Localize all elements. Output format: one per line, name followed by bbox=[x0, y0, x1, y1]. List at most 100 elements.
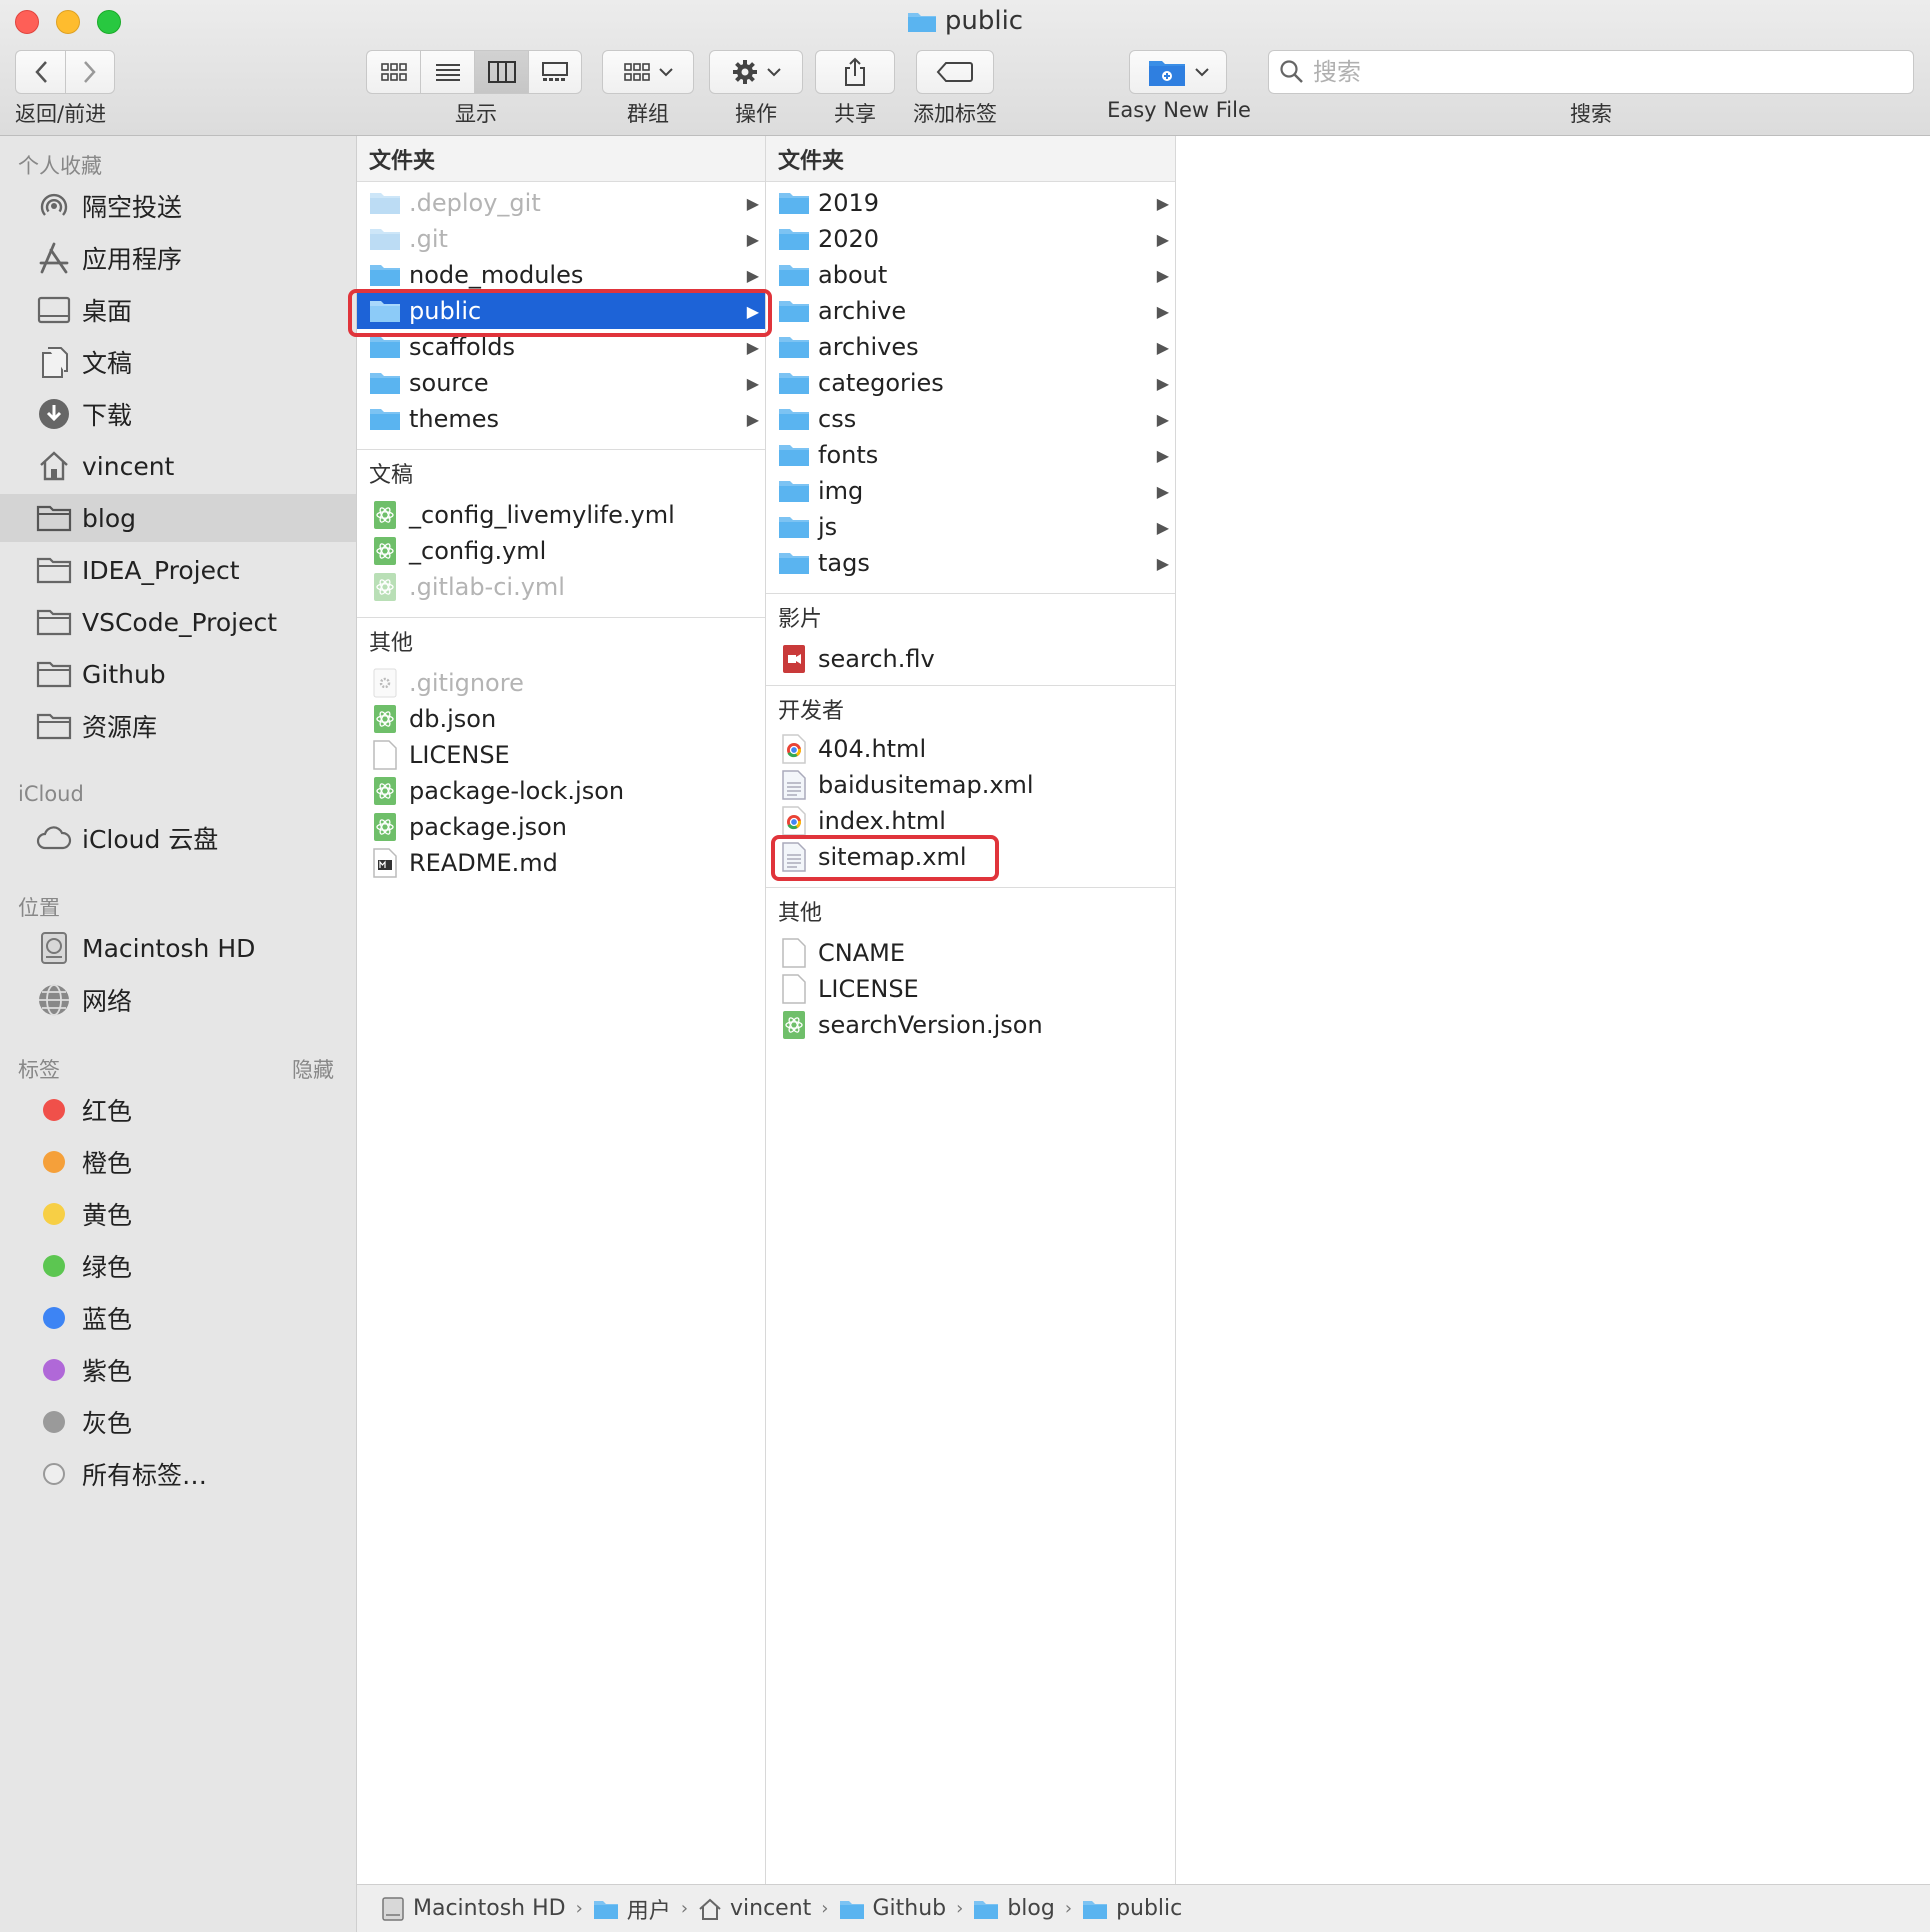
downloads-icon bbox=[36, 396, 72, 432]
sidebar-tag-green[interactable]: 绿色 bbox=[0, 1242, 356, 1290]
list-item-node-modules[interactable]: node_modules ▶ bbox=[357, 257, 765, 293]
list-item-license[interactable]: LICENSE bbox=[357, 737, 765, 773]
easy-new-file-button[interactable] bbox=[1129, 50, 1227, 94]
list-item-readme[interactable]: README.md bbox=[357, 845, 765, 881]
yellow-tag-dot bbox=[43, 1203, 65, 1225]
list-item-tags[interactable]: tags ▶ bbox=[766, 545, 1175, 581]
sidebar-item-macintosh-hd[interactable]: Macintosh HD bbox=[0, 924, 356, 972]
list-item-gitignore[interactable]: .gitignore bbox=[357, 665, 765, 701]
disclosure-arrow-icon: ▶ bbox=[746, 229, 759, 249]
search-icon bbox=[1280, 60, 1303, 83]
list-item-404-html[interactable]: 404.html bbox=[766, 731, 1175, 767]
path-bar: Macintosh HD › 用户 › vincent › Github › b… bbox=[357, 1884, 1930, 1932]
sidebar-item-github[interactable]: Github bbox=[0, 650, 356, 698]
list-item-sitemap-xml[interactable]: sitemap.xml bbox=[766, 839, 1175, 875]
sidebar-item-vincent[interactable]: vincent bbox=[0, 442, 356, 490]
sidebar-tag-yellow[interactable]: 黄色 bbox=[0, 1190, 356, 1238]
atom-file-icon bbox=[369, 812, 401, 842]
sidebar-item-blog[interactable]: blog bbox=[0, 494, 356, 542]
cloud-icon bbox=[36, 820, 72, 856]
breadcrumb-users[interactable]: 用户 bbox=[593, 1893, 671, 1925]
search-field[interactable] bbox=[1268, 50, 1914, 94]
list-item-index-html[interactable]: index.html bbox=[766, 803, 1175, 839]
back-forward-label: 返回/前进 bbox=[15, 102, 107, 126]
sidebar-item-library[interactable]: 资源库 bbox=[0, 702, 356, 750]
list-item-categories[interactable]: categories ▶ bbox=[766, 365, 1175, 401]
folder-icon bbox=[778, 440, 810, 470]
sidebar-item-airdrop[interactable]: 隔空投送 bbox=[0, 182, 356, 230]
sidebar-item-network[interactable]: 网络 bbox=[0, 976, 356, 1024]
list-item-themes[interactable]: themes ▶ bbox=[357, 401, 765, 437]
sidebar-item-applications[interactable]: 应用程序 bbox=[0, 234, 356, 282]
breadcrumb-blog[interactable]: blog bbox=[973, 1896, 1055, 1921]
list-item-gitlab-ci[interactable]: .gitlab-ci.yml bbox=[357, 569, 765, 605]
column-view-button[interactable] bbox=[474, 50, 528, 94]
list-item-2020[interactable]: 2020 ▶ bbox=[766, 221, 1175, 257]
folder-icon bbox=[36, 656, 72, 692]
sidebar-item-idea-project[interactable]: IDEA_Project bbox=[0, 546, 356, 594]
list-item-config-yml[interactable]: _config.yml bbox=[357, 533, 765, 569]
list-item-license[interactable]: LICENSE bbox=[766, 971, 1175, 1007]
harddisk-icon bbox=[382, 1896, 404, 1921]
list-item-db-json[interactable]: db.json bbox=[357, 701, 765, 737]
group-by-button[interactable] bbox=[602, 50, 694, 94]
list-item-public[interactable]: public ▶ bbox=[357, 293, 765, 329]
sidebar-item-icloud-drive[interactable]: iCloud 云盘 bbox=[0, 814, 356, 862]
list-item-img[interactable]: img ▶ bbox=[766, 473, 1175, 509]
list-item-js[interactable]: js ▶ bbox=[766, 509, 1175, 545]
tags-header: 标签 bbox=[18, 1058, 60, 1082]
sidebar-tag-blue[interactable]: 蓝色 bbox=[0, 1294, 356, 1342]
disclosure-arrow-icon: ▶ bbox=[1156, 265, 1169, 285]
icon-view-button[interactable] bbox=[366, 50, 420, 94]
sidebar-tag-red[interactable]: 红色 bbox=[0, 1086, 356, 1134]
breadcrumb-macintosh-hd[interactable]: Macintosh HD bbox=[381, 1896, 566, 1922]
list-item-source[interactable]: source ▶ bbox=[357, 365, 765, 401]
list-item-css[interactable]: css ▶ bbox=[766, 401, 1175, 437]
blank-file-icon bbox=[778, 938, 810, 968]
back-forward-group bbox=[15, 50, 115, 94]
list-item-2019[interactable]: 2019 ▶ bbox=[766, 185, 1175, 221]
list-item-baidusitemap-xml[interactable]: baidusitemap.xml bbox=[766, 767, 1175, 803]
sidebar-tag-orange[interactable]: 橙色 bbox=[0, 1138, 356, 1186]
tag-group bbox=[916, 50, 994, 94]
list-item-deploy-git[interactable]: .deploy_git ▶ bbox=[357, 185, 765, 221]
sidebar-item-desktop[interactable]: 桌面 bbox=[0, 286, 356, 334]
breadcrumb-vincent[interactable]: vincent bbox=[698, 1896, 811, 1921]
share-button[interactable] bbox=[815, 50, 895, 94]
sidebar-item-vscode-project[interactable]: VSCode_Project bbox=[0, 598, 356, 646]
folder-icon bbox=[369, 332, 401, 362]
forward-button[interactable] bbox=[65, 50, 115, 94]
gallery-view-button[interactable] bbox=[528, 50, 582, 94]
list-view-button[interactable] bbox=[420, 50, 474, 94]
columns-icon bbox=[487, 61, 516, 83]
list-item-searchversion-json[interactable]: searchVersion.json bbox=[766, 1007, 1175, 1043]
search-input[interactable] bbox=[1313, 58, 1913, 86]
disclosure-arrow-icon: ▶ bbox=[746, 373, 759, 393]
action-button[interactable] bbox=[709, 50, 803, 94]
sidebar-tag-purple[interactable]: 紫色 bbox=[0, 1346, 356, 1394]
back-button[interactable] bbox=[15, 50, 65, 94]
sidebar-item-downloads[interactable]: 下载 bbox=[0, 390, 356, 438]
folder-icon bbox=[778, 368, 810, 398]
add-tag-button[interactable] bbox=[916, 50, 994, 94]
list-item-fonts[interactable]: fonts ▶ bbox=[766, 437, 1175, 473]
list-item-package-lock[interactable]: package-lock.json bbox=[357, 773, 765, 809]
list-item-cname[interactable]: CNAME bbox=[766, 935, 1175, 971]
red-tag-dot bbox=[43, 1099, 65, 1121]
list-item-archives[interactable]: archives ▶ bbox=[766, 329, 1175, 365]
sidebar-item-documents[interactable]: 文稿 bbox=[0, 338, 356, 386]
atom-file-icon bbox=[369, 500, 401, 530]
list-item-scaffolds[interactable]: scaffolds ▶ bbox=[357, 329, 765, 365]
list-item-archive[interactable]: archive ▶ bbox=[766, 293, 1175, 329]
list-item-about[interactable]: about ▶ bbox=[766, 257, 1175, 293]
breadcrumb-github[interactable]: Github bbox=[839, 1896, 946, 1921]
sidebar-all-tags[interactable]: 所有标签… bbox=[0, 1450, 356, 1498]
tags-hide-button[interactable]: 隐藏 bbox=[292, 1054, 334, 1084]
list-item-package-json[interactable]: package.json bbox=[357, 809, 765, 845]
list-item-config-livemylife[interactable]: _config_livemylife.yml bbox=[357, 497, 765, 533]
list-item-search-flv[interactable]: search.flv bbox=[766, 641, 1175, 677]
list-item-git[interactable]: .git ▶ bbox=[357, 221, 765, 257]
breadcrumb-public[interactable]: public bbox=[1082, 1896, 1182, 1921]
sidebar-tag-gray[interactable]: 灰色 bbox=[0, 1398, 356, 1446]
folder-icon bbox=[36, 500, 72, 536]
